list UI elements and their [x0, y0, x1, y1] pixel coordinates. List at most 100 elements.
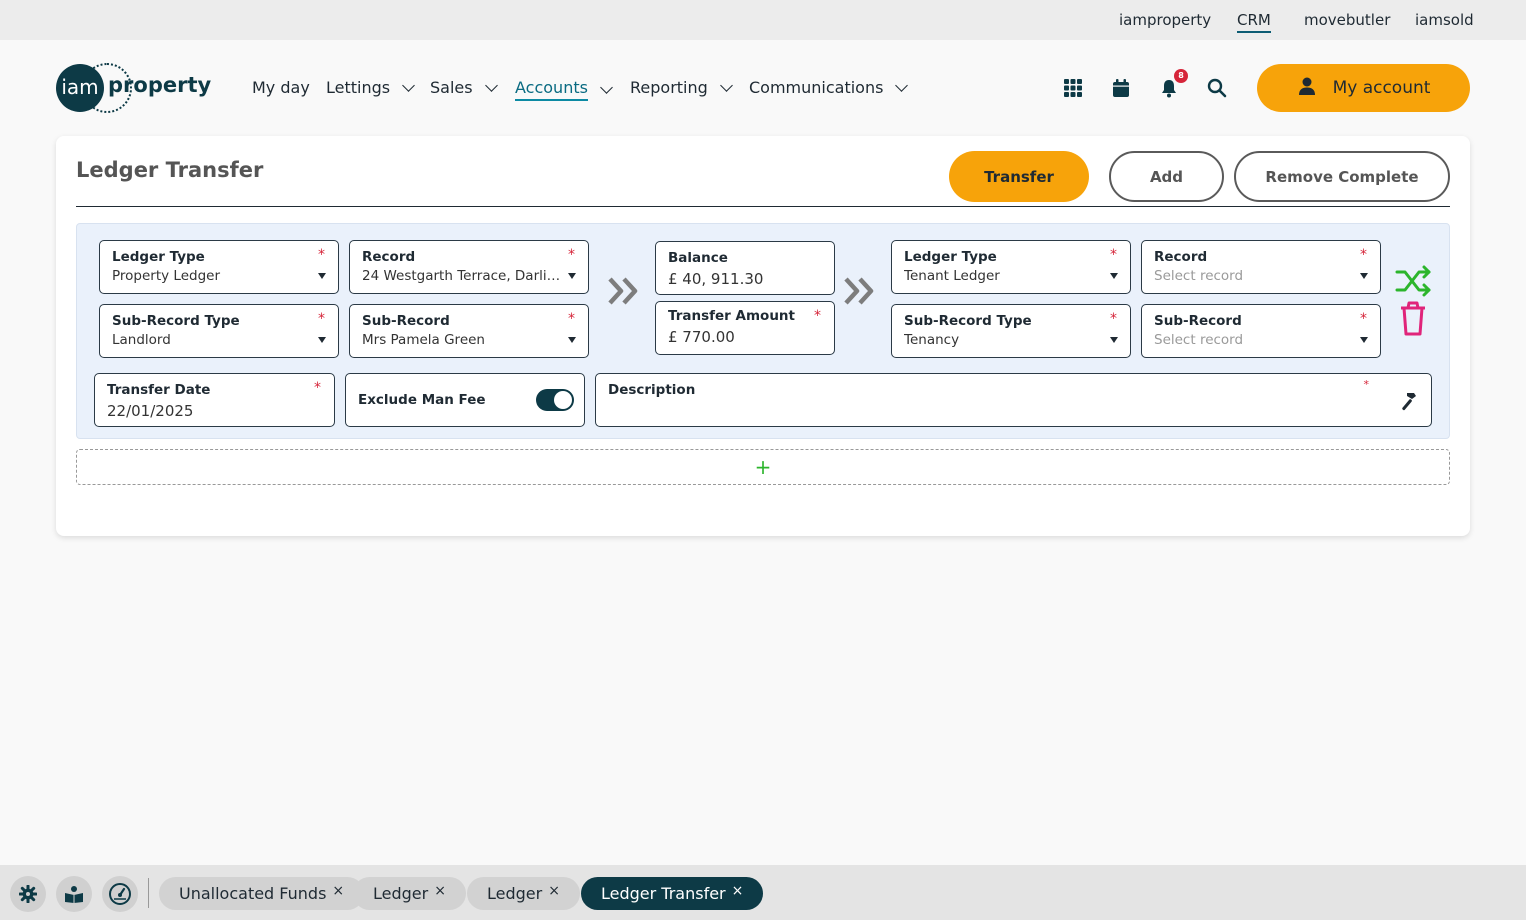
to-sub-record-select[interactable]: Sub-Record * Select record	[1141, 304, 1381, 358]
shuffle-icon[interactable]	[1395, 264, 1433, 302]
brand-link-iamsold[interactable]: iamsold	[1415, 11, 1474, 29]
description-input[interactable]: Description *	[595, 373, 1432, 427]
from-sub-record-select[interactable]: Sub-Record * Mrs Pamela Green	[349, 304, 589, 358]
transfer-date-input[interactable]: Transfer Date * 22/01/2025	[94, 373, 335, 427]
field-label: Ledger Type	[904, 249, 997, 265]
caret-down-icon	[1110, 273, 1118, 279]
field-value: Mrs Pamela Green	[362, 332, 485, 348]
field-label: Description	[608, 382, 696, 398]
field-label: Balance	[668, 250, 728, 266]
page-title: Ledger Transfer	[76, 158, 264, 182]
transfer-amount-input[interactable]: Transfer Amount * £ 770.00	[655, 301, 835, 355]
field-value: £ 770.00	[668, 328, 735, 346]
tab-unallocated-funds[interactable]: Unallocated Funds ×	[159, 877, 365, 910]
trash-icon[interactable]	[1397, 299, 1429, 341]
field-placeholder: Select record	[1154, 268, 1244, 284]
my-account-button[interactable]: My account	[1257, 64, 1470, 112]
brand-link-iamproperty[interactable]: iamproperty	[1119, 11, 1211, 29]
caret-down-icon	[318, 273, 326, 279]
nav-reporting-label: Reporting	[630, 78, 708, 97]
nav-sales[interactable]: Sales	[430, 78, 498, 97]
field-label: Sub-Record Type	[904, 313, 1032, 329]
close-icon[interactable]: ×	[548, 883, 560, 899]
caret-down-icon	[1110, 337, 1118, 343]
to-record-select[interactable]: Record * Select record	[1141, 240, 1381, 294]
caret-down-icon	[568, 337, 576, 343]
field-label: Record	[1154, 249, 1208, 265]
nav-communications-label: Communications	[749, 78, 884, 97]
field-label: Exclude Man Fee	[358, 392, 486, 408]
required-marker: *	[1363, 378, 1370, 391]
close-icon[interactable]: ×	[434, 883, 446, 899]
transfer-row: Ledger Type * Property Ledger Record * 2…	[76, 223, 1450, 439]
required-marker: *	[1360, 311, 1367, 327]
field-value: Tenant Ledger	[904, 268, 1000, 284]
field-label: Ledger Type	[112, 249, 205, 265]
my-account-label: My account	[1332, 78, 1431, 98]
brand-bar: iamproperty CRM movebutler iamsold	[0, 0, 1526, 40]
field-value: Tenancy	[904, 332, 960, 348]
required-marker: *	[568, 247, 575, 263]
brand-link-crm[interactable]: CRM	[1237, 11, 1271, 33]
tab-ledger-transfer[interactable]: Ledger Transfer ×	[581, 877, 764, 910]
nav-reporting[interactable]: Reporting	[630, 78, 733, 97]
exclude-man-fee-toggle[interactable]	[536, 389, 574, 411]
chevron-down-icon	[402, 79, 415, 92]
field-value: 24 Westgarth Terrace, Darlington	[362, 268, 566, 284]
add-button[interactable]: Add	[1109, 151, 1224, 202]
remove-complete-button[interactable]: Remove Complete	[1234, 151, 1450, 202]
search-icon[interactable]	[1206, 77, 1228, 99]
tab-label: Ledger Transfer	[601, 884, 726, 903]
notification-badge: 8	[1174, 69, 1188, 83]
required-marker: *	[1110, 311, 1117, 327]
nav-lettings[interactable]: Lettings	[326, 78, 415, 97]
to-sub-record-type-select[interactable]: Sub-Record Type * Tenancy	[891, 304, 1131, 358]
nav-accounts[interactable]: Accounts	[515, 78, 613, 101]
add-transfer-row-button[interactable]: +	[76, 449, 1450, 485]
close-icon[interactable]: ×	[732, 883, 744, 899]
logo[interactable]: iam property	[56, 63, 211, 113]
logo-word: property	[108, 73, 212, 97]
nav-my-day[interactable]: My day	[252, 78, 310, 97]
field-value: £ 40, 911.30	[668, 270, 764, 288]
calendar-icon[interactable]	[1110, 77, 1132, 99]
tab-ledger-2[interactable]: Ledger ×	[467, 877, 580, 910]
hammer-icon[interactable]	[1397, 390, 1419, 416]
tab-label: Ledger	[487, 884, 543, 903]
nav-accounts-label: Accounts	[515, 78, 588, 101]
plus-icon: +	[754, 455, 772, 479]
from-record-select[interactable]: Record * 24 Westgarth Terrace, Darlingto…	[349, 240, 589, 294]
brand-link-movebutler[interactable]: movebutler	[1304, 11, 1390, 29]
close-icon[interactable]: ×	[332, 883, 344, 899]
transfer-button[interactable]: Transfer	[949, 151, 1089, 202]
gear-icon[interactable]	[10, 876, 46, 912]
caret-down-icon	[568, 273, 576, 279]
caret-down-icon	[318, 337, 326, 343]
bell-icon[interactable]: 8	[1158, 69, 1188, 99]
to-ledger-type-select[interactable]: Ledger Type * Tenant Ledger	[891, 240, 1131, 294]
chevron-down-icon	[719, 79, 733, 92]
nav-communications[interactable]: Communications	[749, 78, 909, 97]
field-label: Sub-Record	[362, 313, 450, 329]
double-chevron-right-icon	[607, 276, 641, 314]
required-marker: *	[814, 308, 821, 324]
tab-label: Ledger	[373, 884, 429, 903]
grid-icon[interactable]	[1062, 77, 1084, 99]
book-icon[interactable]	[56, 876, 92, 912]
tab-ledger-1[interactable]: Ledger ×	[353, 877, 466, 910]
required-marker: *	[314, 380, 321, 396]
caret-down-icon	[1360, 273, 1368, 279]
from-ledger-type-select[interactable]: Ledger Type * Property Ledger	[99, 240, 339, 294]
required-marker: *	[568, 311, 575, 327]
tab-label: Unallocated Funds	[179, 884, 327, 903]
from-sub-record-type-select[interactable]: Sub-Record Type * Landlord	[99, 304, 339, 358]
required-marker: *	[1110, 247, 1117, 263]
logo-circle: iam	[56, 64, 104, 112]
field-label: Record	[362, 249, 416, 265]
speedometer-icon[interactable]	[102, 876, 138, 912]
required-marker: *	[318, 311, 325, 327]
field-label: Transfer Amount	[668, 308, 795, 324]
field-label: Transfer Date	[107, 382, 211, 398]
field-label: Sub-Record Type	[112, 313, 240, 329]
field-label: Sub-Record	[1154, 313, 1242, 329]
